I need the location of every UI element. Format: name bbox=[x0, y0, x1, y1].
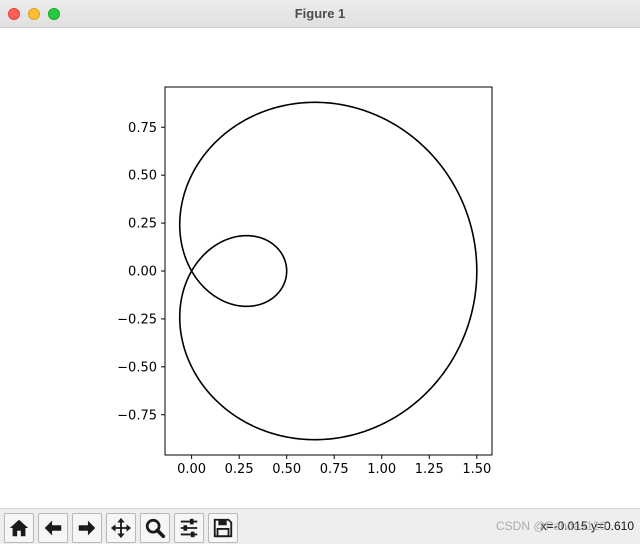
sliders-icon bbox=[180, 518, 198, 538]
arrow-right-icon bbox=[78, 520, 96, 536]
move-icon bbox=[110, 517, 132, 539]
y-tick-label: 0.25 bbox=[128, 217, 157, 232]
y-tick-label: 0.50 bbox=[128, 169, 157, 184]
y-tick-label: 0.75 bbox=[128, 121, 157, 136]
x-tick-label: 1.25 bbox=[415, 462, 444, 477]
axes-frame bbox=[164, 86, 493, 456]
y-tick-label: −0.75 bbox=[117, 408, 157, 423]
y-tick-label: −0.50 bbox=[117, 360, 157, 375]
back-button[interactable] bbox=[38, 513, 68, 543]
y-tick-label: 0.00 bbox=[128, 265, 157, 280]
home-icon bbox=[9, 519, 29, 537]
x-tick-label: 0.75 bbox=[320, 462, 349, 477]
arrow-left-icon bbox=[44, 520, 62, 536]
x-tick-label: 1.50 bbox=[462, 462, 491, 477]
zoom-button[interactable] bbox=[140, 513, 170, 543]
pan-button[interactable] bbox=[106, 513, 136, 543]
floppy-disk-icon bbox=[213, 518, 233, 538]
x-tick-label: 0.00 bbox=[177, 462, 206, 477]
home-button[interactable] bbox=[4, 513, 34, 543]
save-button[interactable] bbox=[208, 513, 238, 543]
x-tick-label: 1.00 bbox=[367, 462, 396, 477]
magnifier-icon bbox=[145, 518, 166, 539]
x-tick-label: 0.25 bbox=[225, 462, 254, 477]
window-title: Figure 1 bbox=[294, 6, 346, 21]
x-tick-label: 0.50 bbox=[272, 462, 301, 477]
forward-button[interactable] bbox=[72, 513, 102, 543]
figure-canvas[interactable]: 0.00 0.25 0.50 0.75 1.00 1.25 1.50 −0.75 −0.50 −… bbox=[0, 28, 640, 508]
configure-subplots-button[interactable] bbox=[174, 513, 204, 543]
window-titlebar: Figure 1 bbox=[0, 0, 640, 28]
watermark-text: CSDN @Pandas120 bbox=[496, 519, 607, 533]
y-tick-label: −0.25 bbox=[117, 312, 157, 327]
plot-svg: 0.00 0.25 0.50 0.75 1.00 1.25 1.50 −0.75 −0.50 −… bbox=[117, 86, 493, 477]
